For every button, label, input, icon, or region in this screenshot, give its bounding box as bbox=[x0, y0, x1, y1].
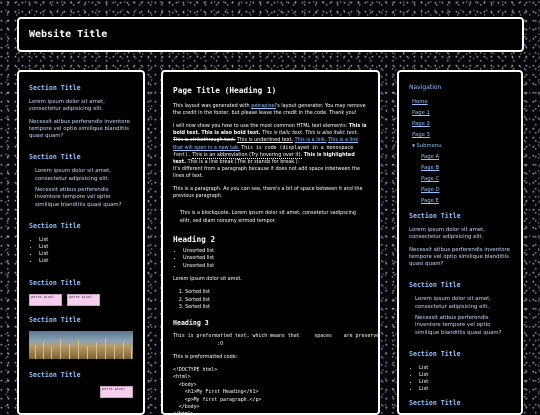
example-link[interactable]: This is a link. bbox=[295, 137, 327, 143]
paragraph: This is a paragraph. As you can see, the… bbox=[173, 186, 363, 200]
left-sidebar[interactable]: Section Title Lorem ipsum dolor sit amet… bbox=[17, 70, 145, 415]
text-intro: I will now show you how to use the most … bbox=[173, 123, 349, 130]
main-content[interactable]: Page Title (Heading 1) This layout was g… bbox=[161, 70, 380, 415]
heading-3: Heading 3 bbox=[173, 319, 209, 328]
section-text: Lorem ipsum dolor sit amet, consectetur … bbox=[409, 227, 485, 241]
section-text: Lorem ipsum dolor sit amet, consectetur … bbox=[29, 99, 105, 113]
wheat-field-image bbox=[29, 331, 133, 360]
navigation-menu: Home Page 1 Page 2 Page 3 Submenu Page A… bbox=[409, 99, 511, 204]
section-title: Section Title bbox=[29, 371, 81, 380]
list-item: Unsorted list bbox=[183, 263, 368, 270]
quote-text: Necessit atibus perferendis inventore te… bbox=[35, 187, 122, 208]
code-block: <!DOCTYPE html> <html> <body> <h1>My Fir… bbox=[173, 367, 262, 415]
submenu-toggle[interactable]: Submenu bbox=[412, 143, 511, 149]
section-title: Section Title bbox=[29, 316, 81, 325]
bold-text: This is also bold text. bbox=[201, 130, 261, 137]
heading-2: Heading 2 bbox=[173, 235, 216, 245]
italic-text: This is italic text. bbox=[261, 130, 304, 137]
nav-item-page-c[interactable]: Page C bbox=[421, 176, 511, 182]
section-list: List List List List bbox=[409, 365, 511, 393]
nav-item-page-2[interactable]: Page 2 bbox=[412, 121, 511, 127]
section-title: Section Title bbox=[29, 84, 81, 92]
list-item: List bbox=[39, 251, 133, 258]
site-header: Website Title bbox=[17, 17, 524, 52]
site-title: Website Title bbox=[29, 29, 108, 40]
nav-item-home[interactable]: Home bbox=[412, 99, 511, 105]
badge-row: petra pixel bbox=[29, 386, 133, 399]
petrapixel-link[interactable]: petrapixel bbox=[251, 103, 276, 109]
section-title: Section Title bbox=[409, 399, 461, 408]
list-item: List bbox=[39, 237, 133, 244]
section-title: Section Title bbox=[29, 279, 81, 288]
unsorted-list: Unsorted list Unsorted list Unsorted lis… bbox=[173, 248, 368, 270]
section-list: List List List List bbox=[29, 237, 133, 265]
nav-item-page-b[interactable]: Page B bbox=[421, 165, 511, 171]
blockquote: This is a blockquote. Lorem ipsum dolor … bbox=[180, 210, 357, 224]
list-item: Unsorted list bbox=[183, 248, 368, 255]
section-text: Necessit atibus perferendis inventore te… bbox=[409, 246, 510, 268]
site-badge[interactable]: petra pixel bbox=[67, 294, 100, 307]
preformatted-text: This is preformatted text, which means t… bbox=[173, 333, 380, 347]
list-item: Unsorted list bbox=[183, 255, 368, 262]
list-item: List bbox=[419, 379, 511, 386]
after-break-text: It's different from a paragraph because … bbox=[173, 165, 361, 179]
linebreak-text: This is a line break (The br stands for … bbox=[187, 158, 300, 165]
section-title: Section Title bbox=[409, 349, 461, 358]
badge-row: petra pixel petra pixel bbox=[29, 294, 133, 307]
list-item: List bbox=[39, 244, 133, 251]
list-item: List bbox=[39, 258, 133, 265]
nav-item-page-d[interactable]: Page D bbox=[421, 187, 511, 193]
strikethrough-text: This is strikethrough text. bbox=[173, 137, 236, 144]
blockquote: Lorem ipsum dolor sit amet, consectetur … bbox=[415, 296, 511, 336]
section-title: Section Title bbox=[409, 281, 461, 290]
quote-text: Lorem ipsum dolor sit amet, consectetur … bbox=[415, 296, 491, 310]
list-item: Sorted list bbox=[185, 289, 368, 296]
site-badge[interactable]: petra pixel bbox=[29, 294, 62, 307]
abbreviation[interactable]: This is an abbreviation (Try hovering ov… bbox=[192, 151, 303, 159]
right-sidebar[interactable]: Navigation Home Page 1 Page 2 Page 3 Sub… bbox=[397, 70, 523, 415]
intro-paragraph: This layout was generated with petrapixe… bbox=[173, 103, 368, 117]
nav-item-page-1[interactable]: Page 1 bbox=[412, 110, 511, 116]
section-text: Necessit atibus perferendis inventore te… bbox=[29, 118, 130, 140]
nav-item-page-3[interactable]: Page 3 bbox=[412, 132, 511, 138]
section-title: Section Title bbox=[29, 221, 81, 230]
section-title: Section Title bbox=[409, 212, 461, 220]
list-item: Sorted list bbox=[185, 297, 368, 304]
list-item: List bbox=[419, 372, 511, 379]
list-item: List bbox=[419, 386, 511, 393]
quote-text: Lorem ipsum dolor sit amet, consectetur … bbox=[35, 168, 111, 182]
list-item: Sorted list bbox=[185, 304, 368, 311]
text-elements-paragraph: I will now show you how to use the most … bbox=[173, 123, 368, 180]
nav-title: Navigation bbox=[409, 84, 442, 91]
italic-text: This is also italic text. bbox=[305, 130, 359, 137]
list-item: List bbox=[419, 365, 511, 372]
quote-text: Necessit atibus perferendis inventore te… bbox=[415, 315, 502, 336]
page-title: Page Title (Heading 1) bbox=[173, 86, 277, 95]
section-title: Section Title bbox=[29, 153, 81, 162]
blockquote: Lorem ipsum dolor sit amet, consectetur … bbox=[35, 168, 133, 208]
nav-item-page-a[interactable]: Page A bbox=[421, 154, 511, 160]
site-badge[interactable]: petra pixel bbox=[100, 386, 133, 399]
underlined-text: This is underlined text. bbox=[237, 137, 294, 144]
nav-item-page-e[interactable]: Page E bbox=[421, 198, 511, 204]
paragraph: This is preformatted code: bbox=[173, 354, 238, 361]
paragraph: Lorem ipsum dolor sit amet. bbox=[173, 276, 242, 283]
intro-before: This layout was generated with bbox=[173, 103, 252, 109]
sorted-list: Sorted list Sorted list Sorted list bbox=[173, 289, 368, 311]
